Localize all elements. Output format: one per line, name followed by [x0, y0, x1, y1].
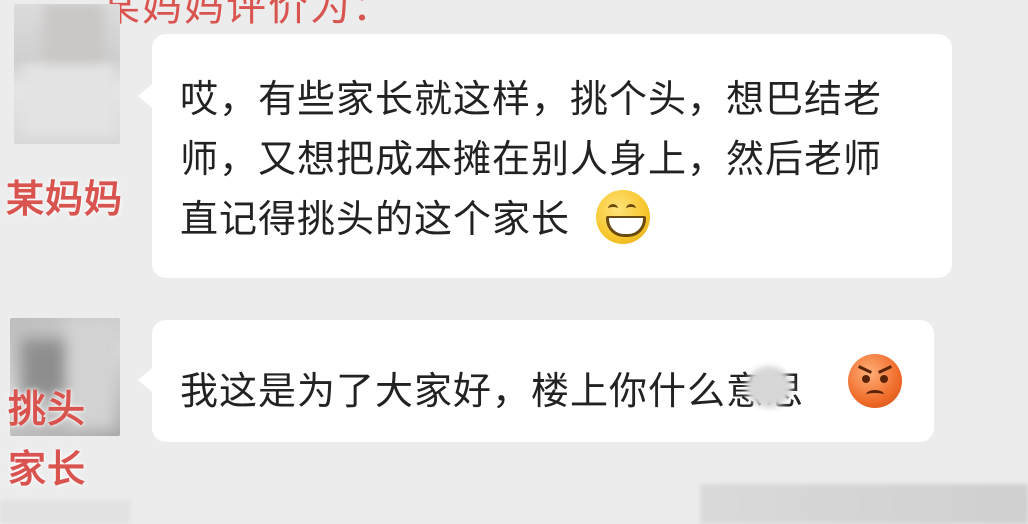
emoji-eye — [880, 375, 888, 383]
emoji-brow — [858, 365, 872, 374]
redaction-blur — [746, 366, 792, 408]
emoji-brow — [878, 365, 892, 374]
emoji-eye — [862, 375, 870, 383]
message-bubble[interactable]: 我这是为了大家好，楼上你什么意思 — [138, 320, 934, 442]
emoji-mouth — [606, 216, 646, 237]
emoji-eye — [626, 204, 636, 213]
message-text-line: 哎，有些家长就这样，挑个头，想巴结老 — [180, 77, 883, 121]
avatar[interactable] — [14, 4, 120, 144]
angry-face-icon — [848, 354, 902, 408]
cut-off-next-message — [700, 484, 1028, 524]
cut-off-header-text: 某妈妈评价为： — [100, 0, 394, 30]
sender-name-label: 某妈妈 — [6, 177, 124, 221]
emoji-mouth — [866, 390, 884, 399]
message-text-line: 我这是为了大家好，楼上你什么意思 — [180, 369, 805, 413]
avatar-blur — [24, 64, 114, 134]
message-text-line: 师，又想把成本摊在别人身上，然后老师 — [180, 137, 883, 181]
chat-area: 某妈妈评价为： 某妈妈 哎，有些家长就这样，挑个头，想巴结老 师，又想把成本摊在… — [0, 0, 1028, 524]
message-bubble[interactable]: 哎，有些家长就这样，挑个头，想巴结老 师，又想把成本摊在别人身上，然后老师 直记… — [138, 34, 952, 278]
emoji-eye — [608, 204, 618, 213]
message-text-line: 直记得挑头的这个家长 — [180, 197, 571, 241]
grinning-face-icon — [596, 190, 650, 244]
sender-name-label: 家长 — [8, 447, 87, 491]
sender-name-label: 挑头 — [8, 387, 87, 431]
cut-off-next-avatar — [0, 500, 130, 524]
